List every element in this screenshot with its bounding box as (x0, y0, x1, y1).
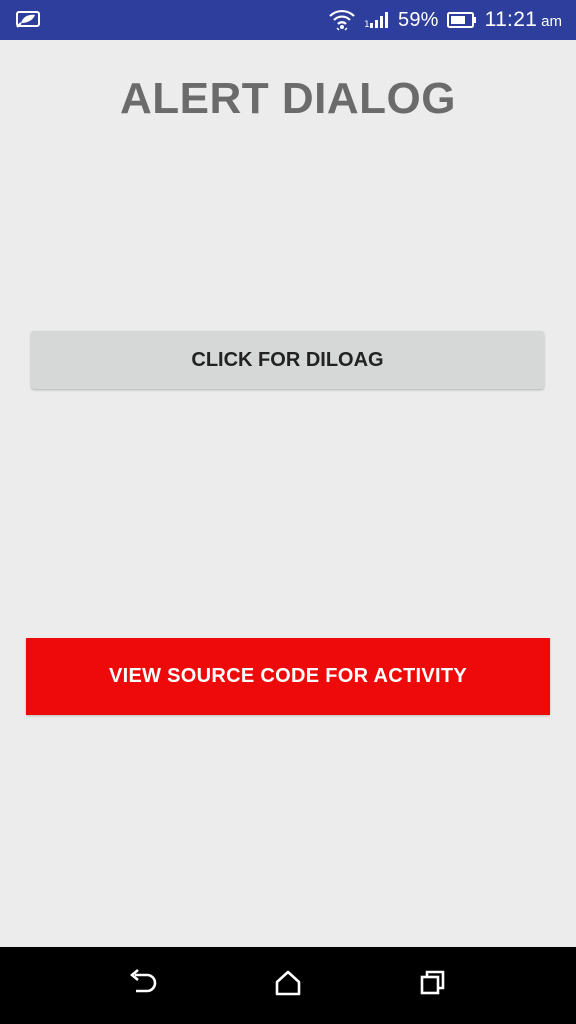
status-ampm: am (541, 13, 562, 30)
status-time: 11:21 (484, 8, 538, 31)
page-title: ALERT DIALOG (120, 74, 456, 123)
home-icon (274, 969, 302, 1002)
click-for-dialog-button[interactable]: CLICK FOR DILOAG (31, 331, 544, 389)
back-button[interactable] (113, 956, 173, 1016)
signal-icon: 1 (364, 10, 390, 30)
clock: 11:21 am (485, 8, 562, 32)
recents-icon (419, 969, 447, 1002)
status-bar: 1 59% 11:21 am (0, 0, 576, 40)
battery-percent: 59% (398, 8, 439, 31)
home-button[interactable] (258, 956, 318, 1016)
screen: 1 59% 11:21 am ALERT DIALOG CLICK FOR DI… (0, 0, 576, 1024)
notification-leaf-icon (14, 10, 42, 30)
status-left (14, 10, 42, 30)
wifi-icon (328, 8, 356, 32)
svg-text:1: 1 (364, 20, 370, 30)
battery-icon (446, 11, 477, 29)
view-source-code-button[interactable]: VIEW SOURCE CODE FOR ACTIVITY (26, 638, 550, 715)
status-right: 1 59% 11:21 am (328, 8, 562, 32)
recents-button[interactable] (403, 956, 463, 1016)
back-icon (127, 969, 159, 1002)
navigation-bar (0, 947, 576, 1024)
